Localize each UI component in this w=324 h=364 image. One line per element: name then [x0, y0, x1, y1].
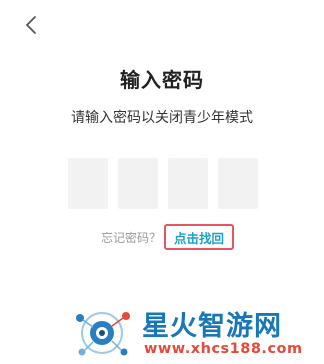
- watermark-brand: 星火智游网: [142, 311, 282, 342]
- watermark-url: www.xhcs188.com: [144, 341, 303, 357]
- back-button[interactable]: [22, 14, 42, 36]
- pin-box-4[interactable]: [218, 158, 258, 209]
- pin-input[interactable]: [68, 158, 258, 209]
- page-subtitle: 请输入密码以关闭青少年模式: [71, 110, 253, 126]
- watermark-logo-icon: [76, 312, 130, 356]
- pin-box-2[interactable]: [118, 158, 158, 209]
- pin-box-1[interactable]: [68, 158, 108, 209]
- pin-box-3[interactable]: [168, 158, 208, 209]
- recover-password-button[interactable]: 点击找回: [164, 224, 234, 250]
- page-title: 输入密码: [120, 68, 204, 92]
- forgot-password-label: 忘记密码？: [101, 231, 162, 245]
- watermark: 星火智游网 www.xhcs188.com: [72, 302, 324, 364]
- recover-password-link[interactable]: 点击找回: [174, 228, 224, 247]
- chevron-left-icon: [26, 16, 36, 34]
- forgot-password-row: 忘记密码？ 点击找回: [0, 224, 324, 250]
